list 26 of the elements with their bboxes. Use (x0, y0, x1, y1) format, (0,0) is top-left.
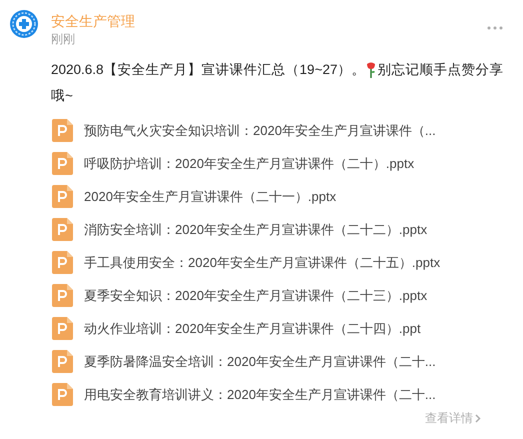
logo-icon (10, 10, 38, 38)
file-name[interactable]: 预防电气火灾安全知识培训：2020年安全生产月宣讲课件（... (84, 120, 436, 140)
file-name[interactable]: 夏季防暑降温安全培训：2020年安全生产月宣讲课件（二十... (84, 352, 436, 372)
file-name[interactable]: 动火作业培训：2020年安全生产月宣讲课件（二十四）.ppt (84, 318, 421, 338)
file-name[interactable]: 夏季安全知识：2020年安全生产月宣讲课件（二十三）.pptx (84, 286, 428, 306)
presentation-file-icon (52, 152, 73, 175)
file-name[interactable]: 消防安全培训：2020年安全生产月宣讲课件（二十二）.pptx (84, 220, 428, 240)
presentation-file-icon (52, 218, 73, 241)
file-name[interactable]: 呼吸防护培训：2020年安全生产月宣讲课件（二十）.pptx (84, 154, 414, 174)
presentation-file-icon (52, 251, 73, 274)
file-name[interactable]: 手工具使用安全：2020年安全生产月宣讲课件（二十五）.pptx (84, 252, 440, 272)
presentation-file-icon (52, 185, 73, 208)
presentation-file-icon (52, 383, 73, 406)
file-name[interactable]: 2020年安全生产月宣讲课件（二十一）.pptx (84, 186, 336, 206)
file-name[interactable]: 用电安全教育培训讲义：2020年安全生产月宣讲课件（二十... (84, 384, 436, 404)
presentation-file-icon (52, 119, 73, 142)
post-text: 2020.6.8【安全生产月】宣讲课件汇总（19~27）。 (51, 61, 366, 79)
presentation-file-icon (52, 350, 73, 373)
post-text: 哦~ (51, 87, 73, 105)
post-time: 刚刚 (51, 31, 76, 47)
presentation-file-icon (52, 317, 73, 340)
rose-icon (366, 62, 376, 78)
chevron-right-icon (475, 414, 481, 422)
more-icon[interactable] (487, 26, 503, 30)
post-text: 别忘记顺手点赞分享 (377, 61, 504, 79)
presentation-file-icon (52, 284, 73, 307)
